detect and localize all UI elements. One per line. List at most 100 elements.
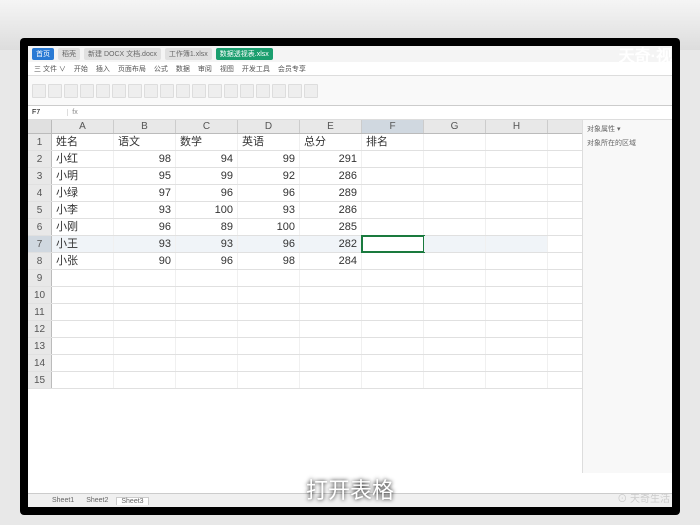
cell-H8[interactable] <box>486 253 548 269</box>
toolbar-button[interactable] <box>272 84 286 98</box>
cell-G3[interactable] <box>424 168 486 184</box>
select-all-corner[interactable] <box>28 120 52 133</box>
cell-B11[interactable] <box>114 304 176 320</box>
cell-C12[interactable] <box>176 321 238 337</box>
cell-H6[interactable] <box>486 219 548 235</box>
toolbar-button[interactable] <box>304 84 318 98</box>
row-header[interactable]: 6 <box>28 219 52 235</box>
menu-start[interactable]: 开始 <box>74 64 88 74</box>
cell-B4[interactable]: 97 <box>114 185 176 201</box>
toolbar-button[interactable] <box>192 84 206 98</box>
cell-D1[interactable]: 英语 <box>238 134 300 150</box>
cell-G14[interactable] <box>424 355 486 371</box>
cell-H10[interactable] <box>486 287 548 303</box>
cell-C6[interactable]: 89 <box>176 219 238 235</box>
row-header[interactable]: 3 <box>28 168 52 184</box>
cell-G6[interactable] <box>424 219 486 235</box>
toolbar-button[interactable] <box>96 84 110 98</box>
row-header[interactable]: 9 <box>28 270 52 286</box>
row-header[interactable]: 5 <box>28 202 52 218</box>
cell-D10[interactable] <box>238 287 300 303</box>
col-header-G[interactable]: G <box>424 120 486 133</box>
cell-C9[interactable] <box>176 270 238 286</box>
toolbar-button[interactable] <box>208 84 222 98</box>
toolbar-button[interactable] <box>160 84 174 98</box>
fx-icon[interactable]: fx <box>68 109 82 116</box>
cell-H1[interactable] <box>486 134 548 150</box>
cell-B8[interactable]: 90 <box>114 253 176 269</box>
cell-A1[interactable]: 姓名 <box>52 134 114 150</box>
toolbar-button[interactable] <box>32 84 46 98</box>
cell-F13[interactable] <box>362 338 424 354</box>
cell-A6[interactable]: 小刚 <box>52 219 114 235</box>
row-header[interactable]: 1 <box>28 134 52 150</box>
cell-A3[interactable]: 小明 <box>52 168 114 184</box>
spreadsheet-grid[interactable]: A B C D E F G H 1姓名语文数学英语总分排名2小红98949929… <box>28 120 582 473</box>
cell-C1[interactable]: 数学 <box>176 134 238 150</box>
cell-F15[interactable] <box>362 372 424 388</box>
cell-E5[interactable]: 286 <box>300 202 362 218</box>
cell-E12[interactable] <box>300 321 362 337</box>
cell-A10[interactable] <box>52 287 114 303</box>
col-header-B[interactable]: B <box>114 120 176 133</box>
cell-D5[interactable]: 93 <box>238 202 300 218</box>
cell-E3[interactable]: 286 <box>300 168 362 184</box>
toolbar-button[interactable] <box>112 84 126 98</box>
cell-H2[interactable] <box>486 151 548 167</box>
menu-data[interactable]: 数据 <box>176 64 190 74</box>
cell-C15[interactable] <box>176 372 238 388</box>
cell-C5[interactable]: 100 <box>176 202 238 218</box>
cell-D2[interactable]: 99 <box>238 151 300 167</box>
cell-F4[interactable] <box>362 185 424 201</box>
cell-F6[interactable] <box>362 219 424 235</box>
tab-doc2[interactable]: 工作簿1.xlsx <box>165 48 212 60</box>
cell-E8[interactable]: 284 <box>300 253 362 269</box>
cell-D4[interactable]: 96 <box>238 185 300 201</box>
cell-E9[interactable] <box>300 270 362 286</box>
cell-E11[interactable] <box>300 304 362 320</box>
row-header[interactable]: 11 <box>28 304 52 320</box>
cell-A9[interactable] <box>52 270 114 286</box>
col-header-H[interactable]: H <box>486 120 548 133</box>
tab-doc3[interactable]: 数据透视表.xlsx <box>216 48 273 60</box>
cell-H7[interactable] <box>486 236 548 252</box>
cell-C3[interactable]: 99 <box>176 168 238 184</box>
cell-E13[interactable] <box>300 338 362 354</box>
cell-F2[interactable] <box>362 151 424 167</box>
menu-formula[interactable]: 公式 <box>154 64 168 74</box>
cell-F3[interactable] <box>362 168 424 184</box>
cell-G5[interactable] <box>424 202 486 218</box>
cell-H9[interactable] <box>486 270 548 286</box>
cell-E15[interactable] <box>300 372 362 388</box>
cell-F5[interactable] <box>362 202 424 218</box>
cell-C7[interactable]: 93 <box>176 236 238 252</box>
cell-F14[interactable] <box>362 355 424 371</box>
cell-B14[interactable] <box>114 355 176 371</box>
cell-G12[interactable] <box>424 321 486 337</box>
cell-D8[interactable]: 98 <box>238 253 300 269</box>
sidepanel-title[interactable]: 对象属性 ▾ <box>587 124 668 134</box>
cell-B13[interactable] <box>114 338 176 354</box>
cell-C14[interactable] <box>176 355 238 371</box>
cell-G15[interactable] <box>424 372 486 388</box>
cell-A5[interactable]: 小李 <box>52 202 114 218</box>
toolbar-button[interactable] <box>128 84 142 98</box>
cell-H14[interactable] <box>486 355 548 371</box>
toolbar-button[interactable] <box>256 84 270 98</box>
col-header-F[interactable]: F <box>362 120 424 133</box>
row-header[interactable]: 15 <box>28 372 52 388</box>
toolbar-button[interactable] <box>64 84 78 98</box>
cell-C11[interactable] <box>176 304 238 320</box>
tab-home[interactable]: 首页 <box>32 48 54 60</box>
cell-C10[interactable] <box>176 287 238 303</box>
cell-H4[interactable] <box>486 185 548 201</box>
cell-H13[interactable] <box>486 338 548 354</box>
cell-E4[interactable]: 289 <box>300 185 362 201</box>
cell-D11[interactable] <box>238 304 300 320</box>
row-header[interactable]: 12 <box>28 321 52 337</box>
cell-E2[interactable]: 291 <box>300 151 362 167</box>
cell-F7[interactable] <box>362 236 424 252</box>
name-box[interactable]: F7 <box>28 109 68 116</box>
sheet-tab-3[interactable]: Sheet3 <box>116 497 148 505</box>
cell-B6[interactable]: 96 <box>114 219 176 235</box>
